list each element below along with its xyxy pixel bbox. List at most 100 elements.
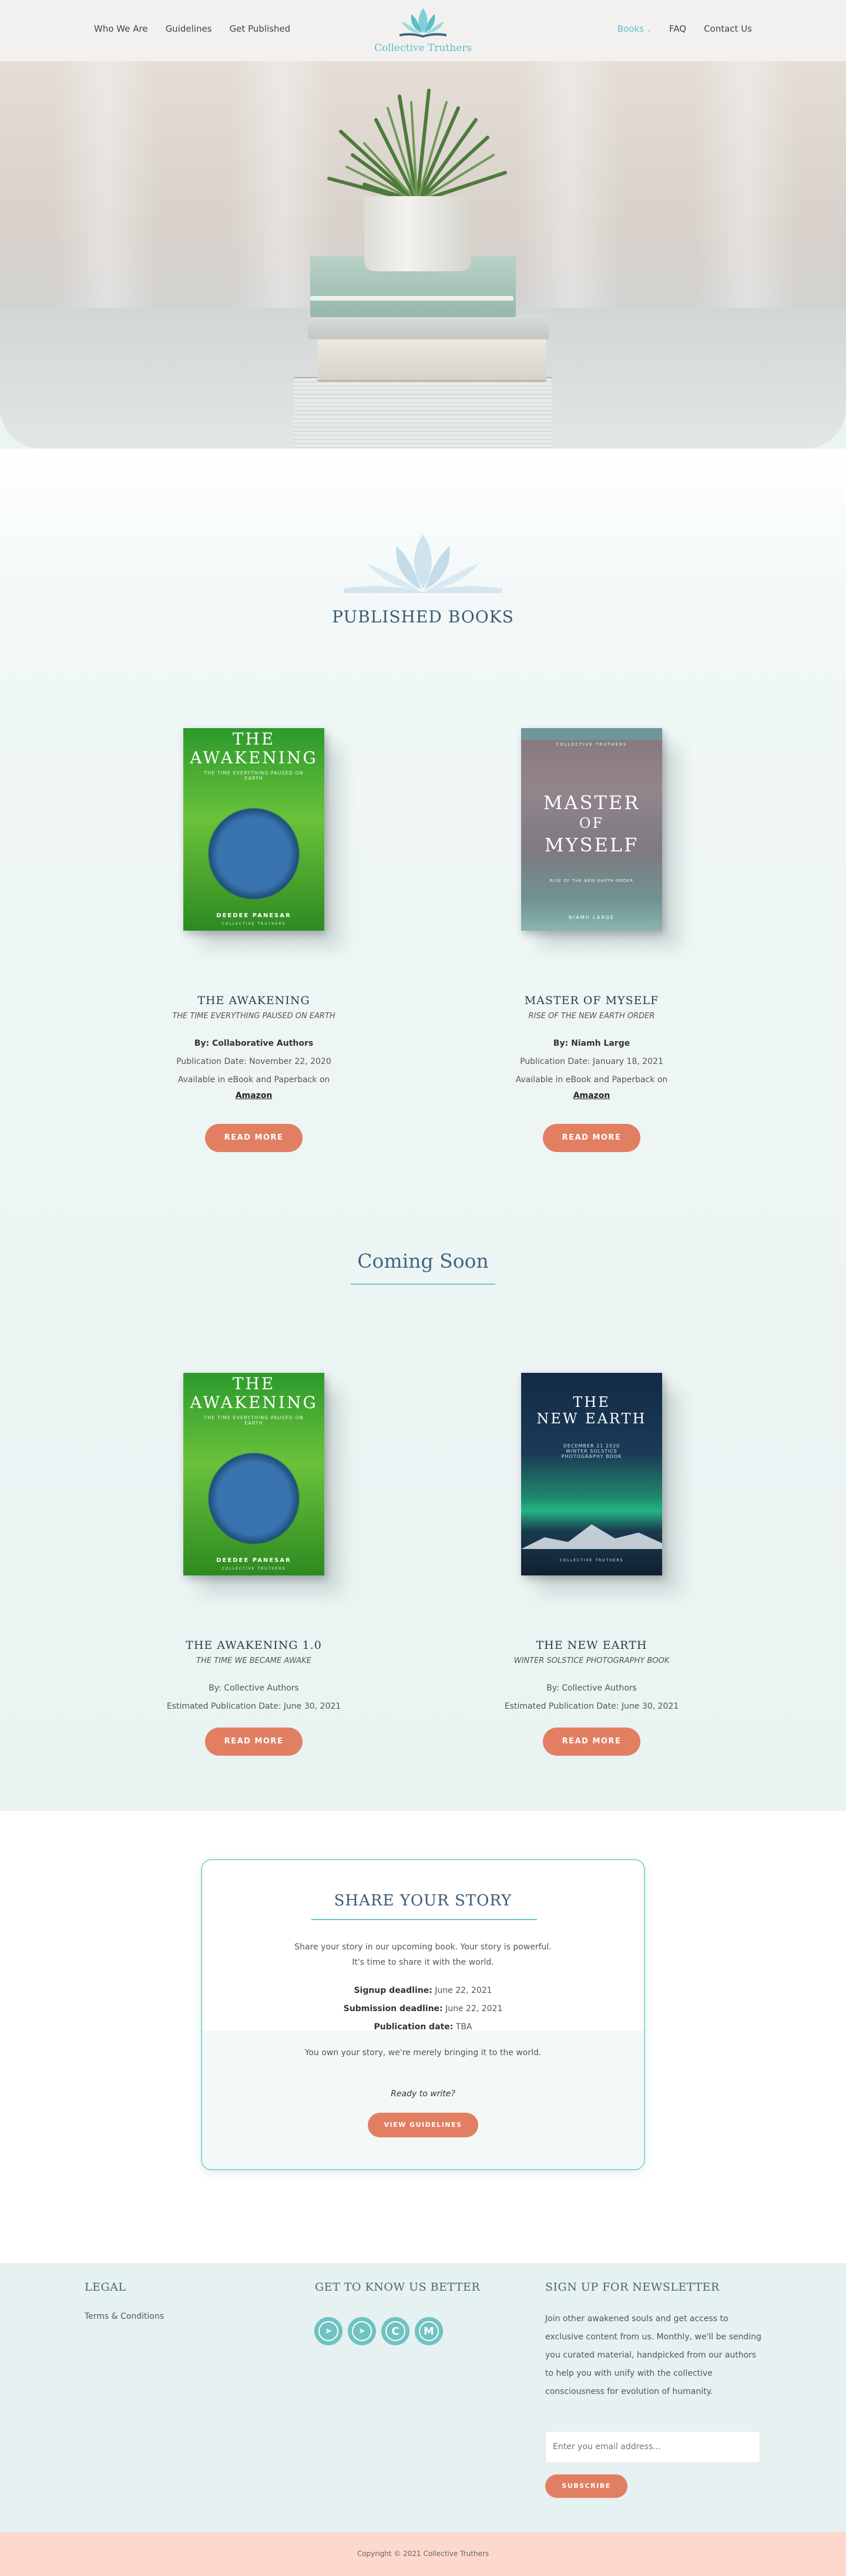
submission-deadline: Submission deadline: June 22, 2021 (202, 2004, 644, 2013)
telegram-alt-glyph: ➤ (352, 2321, 372, 2341)
newsletter-text: Join other awakened souls and get access… (545, 2314, 761, 2396)
cover-subtitle: THE TIME EVERYTHING PAUSED ON EARTH (204, 770, 304, 781)
cover-title-line: AWAKENING (190, 1393, 318, 1412)
share-story-card: SHARE YOUR STORY Share your story in our… (201, 1859, 645, 2170)
cover-title-line: AWAKENING (190, 748, 318, 767)
book-author: By: Collaborative Authors (107, 1035, 401, 1053)
signup-value: June 22, 2021 (432, 1986, 492, 1995)
telegram-alt-icon[interactable]: ➤ (348, 2317, 376, 2345)
book-author: By: Collective Authors (546, 1683, 637, 1693)
nav-who-we-are[interactable]: Who We Are (94, 23, 148, 34)
book-subtitle: WINTER SOLSTICE PHOTOGRAPHY BOOK (513, 1656, 670, 1665)
cover-subtitle: DECEMBER 21 2020 WINTER SOLSTICE PHOTOGR… (561, 1443, 622, 1459)
creative-icon[interactable]: C (381, 2317, 409, 2345)
book-card-new-earth: THE NEW EARTH DECEMBER 21 2020 WINTER SO… (445, 1373, 738, 1756)
book-date: Estimated Publication Date: June 30, 202… (504, 1702, 679, 1711)
book-author: By: Niamh Large (445, 1035, 738, 1053)
stacked-book (294, 378, 552, 449)
fabric-fold (693, 61, 799, 319)
publication-date: Publication date: TBA (202, 2022, 644, 2032)
submission-value: June 22, 2021 (442, 2004, 503, 2013)
site-logo[interactable]: Collective Truthers (364, 6, 482, 56)
nav-books-label: Books (617, 23, 644, 34)
chevron-down-icon: ⌄ (646, 27, 652, 33)
cover-author: NIAMH LARGE (568, 915, 615, 920)
telegram-glyph: ➤ (318, 2321, 338, 2341)
read-more-button[interactable]: READ MORE (543, 1728, 640, 1756)
site-header: Who We Are Guidelines Get Published Coll… (0, 0, 846, 61)
book-date: Publication Date: November 22, 2020 (176, 1057, 331, 1066)
publication-value: TBA (453, 2022, 472, 2032)
nav-faq[interactable]: FAQ (669, 23, 686, 34)
cover-image: THE AWAKENING THE TIME EVERYTHING PAUSED… (183, 728, 324, 931)
nav-contact-us[interactable]: Contact Us (704, 23, 752, 34)
cover-title-line: THE (232, 1374, 276, 1393)
fabric-fold (53, 61, 159, 319)
cover-title-line: THE (232, 729, 276, 749)
submission-label: Submission deadline: (343, 2004, 443, 2013)
coming-soon-underline (351, 1284, 495, 1285)
share-underline (311, 1919, 537, 1920)
cover-title-line: MYSELF (544, 834, 639, 856)
subscribe-button[interactable]: SUBSCRIBE (545, 2474, 627, 2498)
cover-image: THE NEW EARTH DECEMBER 21 2020 WINTER SO… (521, 1373, 662, 1575)
book-author-text: By: Niamh Large (553, 1039, 630, 1048)
cover-image: THE AWAKENING THE TIME EVERYTHING PAUSED… (183, 1373, 324, 1575)
cover-author: DEEDEE PANESAR (216, 912, 291, 919)
book-subtitle: THE TIME EVERYTHING PAUSED ON EARTH (172, 1012, 335, 1021)
email-input[interactable] (545, 2431, 760, 2463)
stacked-book (308, 315, 549, 339)
share-line-1: Share your story in our upcoming book. Y… (294, 1942, 552, 1952)
telegram-icon[interactable]: ➤ (314, 2317, 343, 2345)
nav-get-published[interactable]: Get Published (230, 23, 291, 34)
legal-heading: LEGAL (85, 2281, 126, 2294)
book-cover[interactable]: THE NEW EARTH DECEMBER 21 2020 WINTER SO… (521, 1373, 680, 1593)
read-more-button[interactable]: READ MORE (543, 1124, 640, 1152)
signup-deadline: Signup deadline: June 22, 2021 (202, 1986, 644, 1995)
copyright-bar: Copyright © 2021 Collective Truthers (0, 2532, 846, 2576)
view-guidelines-button[interactable]: VIEW GUIDELINES (368, 2113, 478, 2137)
book-title: MASTER OF MYSELF (524, 994, 659, 1007)
book-card-awakening: THE AWAKENING THE TIME EVERYTHING PAUSED… (107, 728, 401, 1152)
book-card-awakening-1: THE AWAKENING THE TIME EVERYTHING PAUSED… (107, 1373, 401, 1756)
book-cover[interactable]: THE AWAKENING THE TIME EVERYTHING PAUSED… (183, 728, 342, 948)
copyright-text: Copyright © 2021 Collective Truthers (357, 2550, 489, 2558)
cover-title-line: NEW EARTH (536, 1410, 647, 1427)
cover-title-line: THE (573, 1394, 610, 1410)
signup-label: Signup deadline: (354, 1986, 432, 1995)
book-cover[interactable]: COLLECTIVE TRUTHERS MASTER OF MYSELF RIS… (521, 728, 680, 948)
book-cover[interactable]: THE AWAKENING THE TIME EVERYTHING PAUSED… (183, 1373, 342, 1593)
amazon-link[interactable]: Amazon (236, 1091, 273, 1100)
book-availability: Available in eBook and Paperback on (177, 1075, 330, 1085)
creative-glyph: C (385, 2321, 405, 2341)
nav-right: Books ⌄ FAQ Contact Us (617, 23, 752, 34)
newsletter-heading: SIGN UP FOR NEWSLETTER (545, 2281, 720, 2294)
book-date: Publication Date: January 18, 2021 (520, 1057, 663, 1066)
book-title: THE AWAKENING 1.0 (186, 1639, 322, 1652)
nav-books[interactable]: Books ⌄ (617, 23, 652, 34)
stacked-book (310, 296, 513, 301)
know-us-heading: GET TO KNOW US BETTER (315, 2281, 481, 2294)
nav-guidelines[interactable]: Guidelines (166, 23, 212, 34)
read-more-button[interactable]: READ MORE (205, 1124, 303, 1152)
book-title: THE AWAKENING (197, 994, 310, 1007)
medium-glyph: M (419, 2321, 439, 2341)
stacked-book (317, 337, 546, 382)
share-button-wrap: VIEW GUIDELINES (202, 2113, 644, 2137)
mountain-icon (521, 1524, 662, 1549)
book-title: THE NEW EARTH (536, 1639, 647, 1652)
cover-title-line: MASTER (543, 792, 640, 814)
cover-subtitle: THE TIME EVERYTHING PAUSED ON EARTH (204, 1415, 304, 1426)
book-subtitle: RISE OF THE NEW EARTH ORDER (528, 1012, 655, 1021)
coming-soon-title: Coming Soon (357, 1250, 489, 1272)
cover-author: DEEDEE PANESAR (216, 1557, 291, 1564)
cover-image: COLLECTIVE TRUTHERS MASTER OF MYSELF RIS… (521, 728, 662, 931)
plant-pot (364, 196, 471, 271)
medium-icon[interactable]: M (415, 2317, 443, 2345)
cover-publisher: COLLECTIVE TRUTHERS (556, 742, 627, 747)
read-more-button[interactable]: READ MORE (205, 1728, 303, 1756)
terms-link[interactable]: Terms & Conditions (85, 2312, 164, 2321)
book-author-text: By: Collaborative Authors (194, 1039, 314, 1048)
amazon-link[interactable]: Amazon (573, 1091, 610, 1100)
book-date: Estimated Publication Date: June 30, 202… (166, 1702, 341, 1711)
